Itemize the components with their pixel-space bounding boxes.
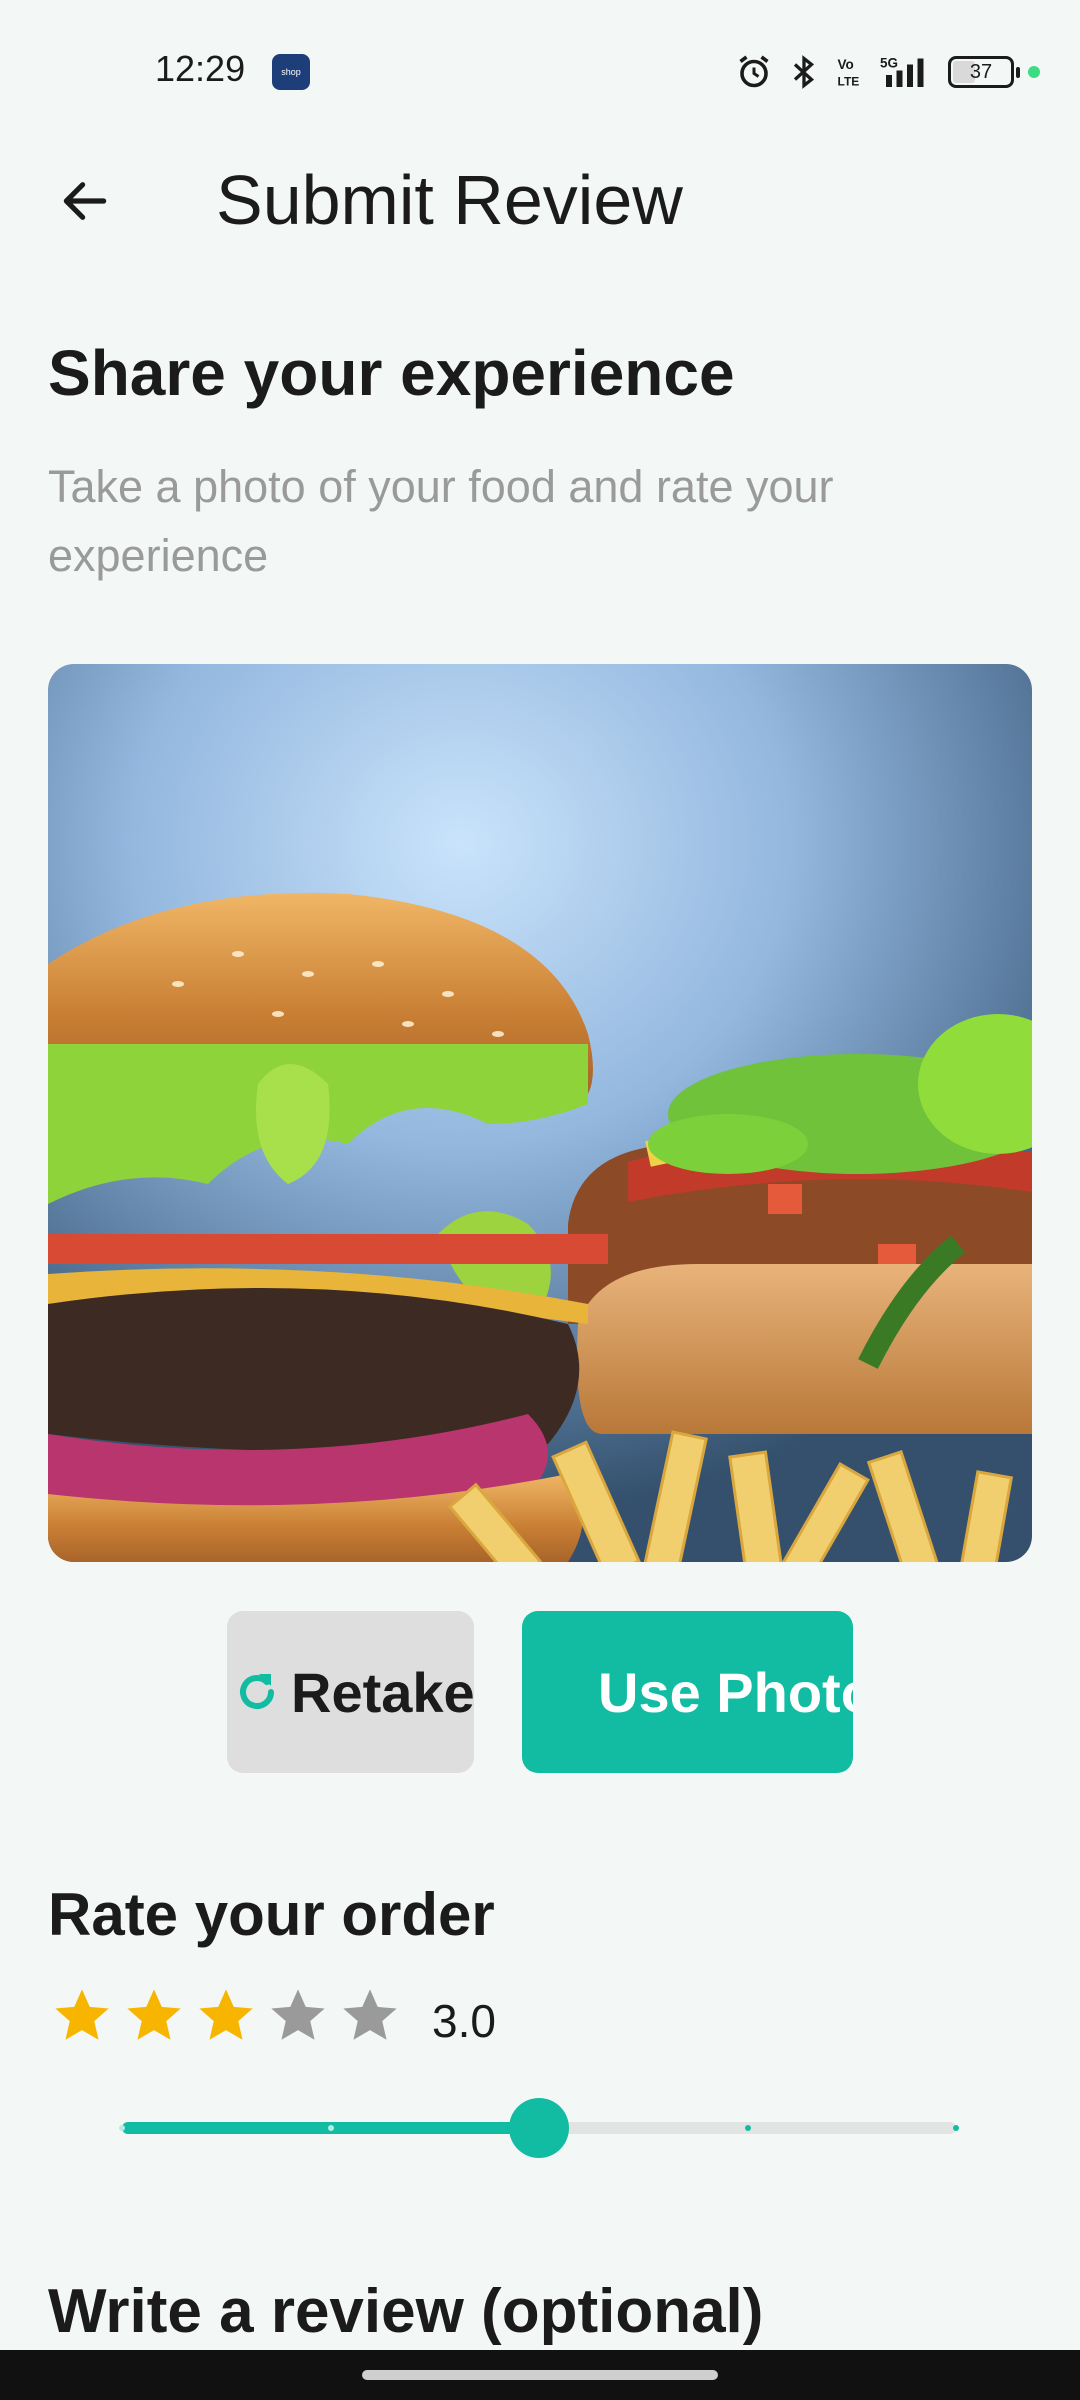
use-photo-button[interactable]: Use Photo <box>522 1611 853 1773</box>
back-arrow-icon <box>63 182 107 220</box>
food-photo-preview <box>48 664 1032 1562</box>
alarm-icon <box>739 55 769 88</box>
signal-5g-icon: 5G <box>880 56 924 87</box>
star-rating[interactable] <box>50 1984 402 2048</box>
back-button[interactable] <box>40 166 130 236</box>
rating-value: 3.0 <box>432 1995 496 2047</box>
use-photo-label: Use Photo <box>598 1660 853 1724</box>
slider-tick <box>119 2125 125 2131</box>
write-review-heading: Write a review (optional) <box>48 2277 764 2346</box>
top-app-bar: Submit Review <box>0 140 1080 260</box>
retake-label: Retake <box>291 1660 474 1724</box>
slider-thumb[interactable] <box>509 2098 569 2158</box>
star-empty-icon[interactable] <box>266 1984 330 2048</box>
slider-tick <box>744 2125 751 2131</box>
battery-icon: 37 <box>948 56 1020 88</box>
shop-app-icon: shop <box>272 54 310 90</box>
svg-text:LTE: LTE <box>838 75 860 89</box>
rate-order-heading: Rate your order <box>48 1881 495 1948</box>
star-empty-icon[interactable] <box>338 1984 402 2048</box>
bluetooth-icon <box>793 55 815 89</box>
home-gesture-handle[interactable] <box>362 2370 718 2380</box>
notification-dot <box>1028 66 1040 78</box>
volte-icon: Vo LTE <box>838 57 860 89</box>
rating-slider[interactable] <box>119 2096 959 2158</box>
system-navigation-bar <box>0 2350 1080 2400</box>
status-icons: Vo LTE 5G 37 <box>736 50 1040 94</box>
intro-subtitle: Take a photo of your food and rate your … <box>48 461 834 581</box>
retake-button[interactable]: Retake <box>227 1611 474 1773</box>
food-photo-image <box>48 664 1032 1562</box>
svg-text:Vo: Vo <box>838 57 854 72</box>
slider-tick <box>327 2125 334 2131</box>
share-experience-heading: Share your experience <box>48 337 735 409</box>
status-time: 12:29 <box>155 48 246 89</box>
star-filled-icon[interactable] <box>194 1984 258 2048</box>
star-filled-icon[interactable] <box>50 1984 114 2048</box>
star-filled-icon[interactable] <box>122 1984 186 2048</box>
svg-text:5G: 5G <box>880 56 898 71</box>
battery-level: 37 <box>969 61 993 83</box>
page-title: Submit Review <box>216 161 683 239</box>
refresh-icon <box>233 1668 281 1716</box>
status-bar: 12:29 shop Vo LTE 5G 37 <box>0 0 1080 140</box>
slider-tick <box>953 2125 959 2131</box>
